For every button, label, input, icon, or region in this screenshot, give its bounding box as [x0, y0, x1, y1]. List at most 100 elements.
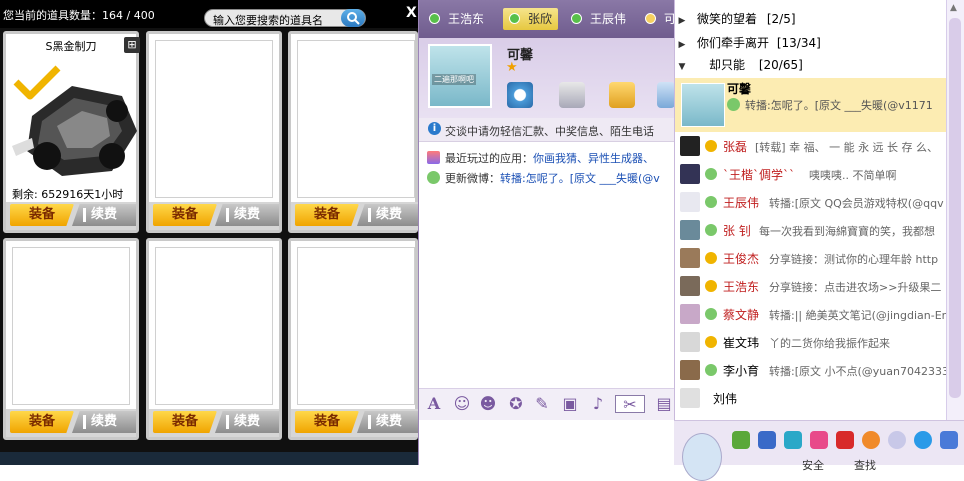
search-button[interactable] [341, 9, 365, 27]
inventory-header: 您当前的道具数量：164 / 400 输入您要搜索的道具名 X [0, 0, 418, 28]
recent-apps-line: 最近玩过的应用：你画我猜、异性生成器、 [427, 150, 654, 166]
card-slot [155, 247, 273, 405]
item-card[interactable]: S黑金制刀 ⊞ 剩余: 652916天1小时 装备 续费 [3, 31, 140, 233]
chat-window: 王浩东 张欣 王辰伟 可 二遍那啊吧 可馨 ★ i 交谈中请勿轻信汇款、中奖信息… [418, 0, 676, 465]
tab-wanghaodong[interactable]: 王浩东 [429, 8, 484, 30]
weibo-link[interactable]: 转播:怎呢了。[原文 ___失暖(@v [500, 172, 660, 185]
search-label[interactable]: 查找 [854, 457, 876, 473]
contact-name: 王浩东 [723, 280, 760, 294]
notice-text: 交谈中请勿轻信汇款、中奖信息、陌生电话 [445, 125, 654, 138]
grid-icon[interactable]: ⊞ [124, 37, 140, 53]
group-header[interactable]: ▶ 微笑的望着 [2/5] [675, 8, 796, 30]
tab-zhangxin[interactable]: 张欣 [503, 8, 559, 30]
group-header[interactable]: ▼ 却只能 [20/65] [675, 54, 803, 76]
chevron-right-icon: ▶ [678, 16, 686, 26]
send-file-icon[interactable] [609, 82, 635, 108]
list-item[interactable]: 王辰伟 转播:[原文 QQ会员游戏特权(@qqv [675, 188, 947, 216]
app-icon[interactable] [732, 431, 750, 449]
grid-icon[interactable] [940, 431, 958, 449]
list-item[interactable]: `王楷`倜学`` 咦咦咦.. 不简单啊 [675, 160, 947, 188]
avatar [680, 332, 700, 352]
list-item[interactable]: 王浩东 分享链接：点击进农场>>升级果二 [675, 272, 947, 300]
status-icon [705, 140, 717, 152]
qq-penguin-icon[interactable] [682, 433, 722, 481]
list-item[interactable]: 张 钊 每一次我看到海綿寶寶的笑，我都想 [675, 216, 947, 244]
avatar [680, 164, 700, 184]
more-tools-icon[interactable] [657, 82, 675, 108]
card-slot [155, 40, 273, 198]
star-icon: ★ [506, 60, 518, 75]
equip-button[interactable]: 装备 [10, 411, 74, 433]
contact-status: [转载] 幸 福、 一 能 永 远 长 存 么、 [755, 141, 939, 154]
item-count-label: 您当前的道具数量：164 / 400 [3, 9, 155, 22]
tab-label: 张欣 [528, 12, 553, 26]
app-icon[interactable] [836, 431, 854, 449]
empty-item-card[interactable]: 装备 续费 [146, 238, 282, 440]
group-header[interactable]: ▶ 你们牵手离开 [13/34] [675, 32, 821, 54]
list-item[interactable]: 蔡文静 转播:|| 絶美英文笔记(@jingdian-En [675, 300, 949, 328]
tab-wangchenwei[interactable]: 王辰伟 [571, 8, 626, 30]
app-icon[interactable] [914, 431, 932, 449]
equip-button[interactable]: 装备 [295, 411, 359, 433]
empty-item-card[interactable]: 装备 续费 [288, 238, 418, 440]
app-icon[interactable] [784, 431, 802, 449]
scroll-up-icon[interactable]: ▲ [950, 3, 957, 13]
contact-list-scrollbar[interactable]: ▲ [946, 0, 964, 420]
font-icon[interactable]: A [425, 395, 443, 413]
image-icon[interactable]: ▣ [561, 395, 579, 413]
avatar [680, 276, 700, 296]
shake-icon[interactable]: ✪ [507, 395, 525, 413]
online-status-icon [571, 13, 582, 24]
empty-item-card[interactable]: 装备 续费 [288, 31, 418, 233]
voice-call-icon[interactable] [559, 82, 585, 108]
message-input[interactable] [419, 420, 675, 465]
renew-button[interactable]: 续费 [215, 204, 279, 226]
list-item[interactable]: 张磊 [转载] 幸 福、 一 能 永 远 长 存 么、 [675, 132, 947, 160]
app-icon [427, 151, 440, 164]
group-count: [13/34] [776, 36, 821, 50]
equip-button[interactable]: 装备 [153, 204, 217, 226]
selected-contact-row[interactable]: 可馨 转播:怎呢了。[原文 ___失暖(@v1171 [675, 78, 947, 132]
app-icon[interactable] [810, 431, 828, 449]
avatar [681, 83, 725, 127]
card-button-bar: 装备 续费 [149, 202, 279, 230]
empty-item-card[interactable]: 装备 续费 [146, 31, 282, 233]
emoji-icon[interactable]: ☺ [453, 395, 471, 413]
video-call-icon[interactable] [507, 82, 533, 108]
equip-button[interactable]: 装备 [295, 204, 359, 226]
renew-button[interactable]: 续费 [72, 411, 136, 433]
online-status-icon [429, 13, 440, 24]
magic-emoji-icon[interactable]: ☻ [479, 395, 497, 413]
music-icon[interactable]: ♪ [589, 395, 607, 413]
info-icon: i [428, 122, 441, 135]
list-item[interactable]: 刘伟 [675, 384, 947, 412]
renew-button[interactable]: 续费 [357, 411, 418, 433]
renew-button[interactable]: 续费 [357, 204, 418, 226]
renew-button[interactable]: 续费 [215, 411, 279, 433]
security-label[interactable]: 安全 [802, 457, 824, 473]
edit-icon[interactable]: ✎ [533, 395, 551, 413]
empty-item-card[interactable]: 装备 续费 [3, 238, 139, 440]
list-item[interactable]: 王俊杰 分享链接：测试你的心理年龄 http [675, 244, 947, 272]
equip-button[interactable]: 装备 [10, 204, 74, 226]
weibo-line: 更新微博：转播:怎呢了。[原文 ___失暖(@v [427, 170, 660, 186]
renew-button[interactable]: 续费 [72, 204, 136, 226]
card-button-bar: 装备 续费 [6, 409, 136, 437]
avatar [680, 192, 700, 212]
close-icon[interactable]: X [406, 5, 417, 21]
app-icon[interactable] [758, 431, 776, 449]
list-item[interactable]: 李小育 转播:[原文 小不点(@yuan7042333) [675, 356, 953, 384]
app-icon[interactable] [862, 431, 880, 449]
app-icon[interactable] [888, 431, 906, 449]
list-item[interactable]: 崔文玮 丫的二货你给我振作起来 [675, 328, 947, 356]
contact-avatar[interactable]: 二遍那啊吧 [428, 44, 492, 108]
recent-apps-link[interactable]: 你画我猜、异性生成器、 [533, 152, 654, 165]
card-button-bar: 装备 续费 [291, 202, 418, 230]
briefcase-icon[interactable]: ▤ [655, 395, 673, 413]
tab-kexin[interactable]: 可 [645, 8, 676, 30]
weibo-icon [705, 196, 717, 208]
scrollbar-thumb[interactable] [949, 18, 961, 398]
equip-button[interactable]: 装备 [153, 411, 217, 433]
screenshot-icon[interactable]: ✂ [615, 395, 645, 414]
inventory-panel: 您当前的道具数量：164 / 400 输入您要搜索的道具名 X S黑金制刀 ⊞ [0, 0, 418, 465]
